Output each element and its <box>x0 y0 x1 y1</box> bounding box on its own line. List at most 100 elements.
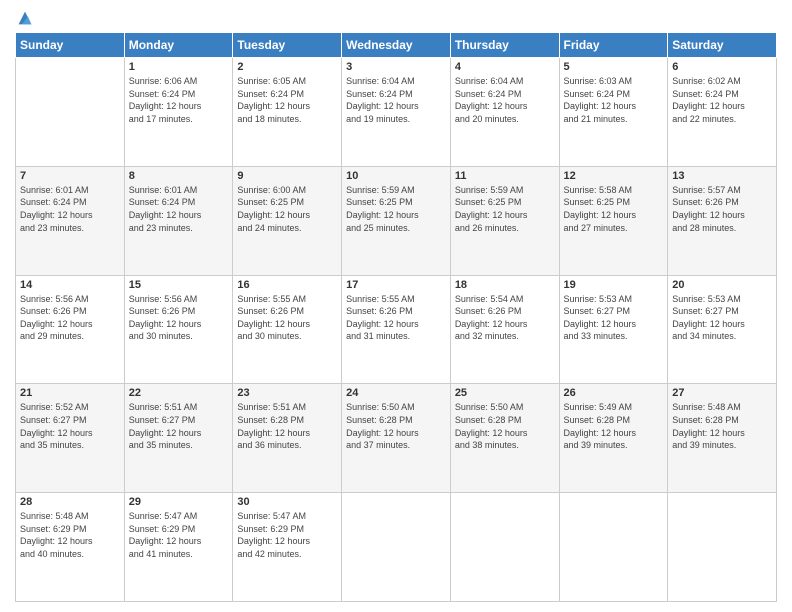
calendar-cell: 21Sunrise: 5:52 AM Sunset: 6:27 PM Dayli… <box>16 384 125 493</box>
day-info: Sunrise: 5:50 AM Sunset: 6:28 PM Dayligh… <box>346 401 446 451</box>
calendar-cell: 15 Sunrise: 5:56 AM Sunset: 6:26 PM Dayli… <box>124 275 233 384</box>
day-info: Sunrise: 5:47 AM Sunset: 6:29 PM Dayligh… <box>237 510 337 560</box>
day-number: 19 <box>564 279 664 291</box>
day-info: Sunrise: 6:06 AM Sunset: 6:24 PM Dayligh… <box>129 75 229 125</box>
calendar-week-row: 14 Sunrise: 5:56 AM Sunset: 6:26 PM Dayli… <box>16 275 777 384</box>
calendar-week-row: 1Sunrise: 6:06 AM Sunset: 6:24 PM Daylig… <box>16 58 777 167</box>
calendar-cell: 12Sunrise: 5:58 AM Sunset: 6:25 PM Dayli… <box>559 166 668 275</box>
day-number: 11 <box>455 170 555 182</box>
day-info: Sunrise: 5:57 AM Sunset: 6:26 PM Dayligh… <box>672 184 772 234</box>
day-number: 14 <box>20 279 120 291</box>
logo <box>15 10 33 26</box>
calendar-cell: 8 Sunrise: 6:01 AM Sunset: 6:24 PM Daylig… <box>124 166 233 275</box>
calendar-cell: 1Sunrise: 6:06 AM Sunset: 6:24 PM Daylig… <box>124 58 233 167</box>
day-info: Sunrise: 5:53 AM Sunset: 6:27 PM Dayligh… <box>672 293 772 343</box>
day-number: 23 <box>237 387 337 399</box>
calendar-cell: 23 Sunrise: 5:51 AM Sunset: 6:28 PM Dayli… <box>233 384 342 493</box>
day-info: Sunrise: 5:51 AM Sunset: 6:27 PM Dayligh… <box>129 401 229 451</box>
calendar-body: 1Sunrise: 6:06 AM Sunset: 6:24 PM Daylig… <box>16 58 777 602</box>
calendar-week-row: 21Sunrise: 5:52 AM Sunset: 6:27 PM Dayli… <box>16 384 777 493</box>
day-info: Sunrise: 5:55 AM Sunset: 6:26 PM Dayligh… <box>237 293 337 343</box>
day-number: 18 <box>455 279 555 291</box>
calendar-cell: 14 Sunrise: 5:56 AM Sunset: 6:26 PM Dayli… <box>16 275 125 384</box>
day-number: 8 <box>129 170 229 182</box>
day-info: Sunrise: 5:58 AM Sunset: 6:25 PM Dayligh… <box>564 184 664 234</box>
day-number: 22 <box>129 387 229 399</box>
header <box>15 10 777 26</box>
calendar-cell: 16 Sunrise: 5:55 AM Sunset: 6:26 PM Dayli… <box>233 275 342 384</box>
day-number: 5 <box>564 61 664 73</box>
calendar-cell: 5 Sunrise: 6:03 AM Sunset: 6:24 PM Daylig… <box>559 58 668 167</box>
calendar-cell: 20 Sunrise: 5:53 AM Sunset: 6:27 PM Dayli… <box>668 275 777 384</box>
day-info: Sunrise: 5:48 AM Sunset: 6:29 PM Dayligh… <box>20 510 120 560</box>
weekday-header-cell: Wednesday <box>342 33 451 58</box>
calendar-cell: 13 Sunrise: 5:57 AM Sunset: 6:26 PM Dayli… <box>668 166 777 275</box>
day-info: Sunrise: 5:51 AM Sunset: 6:28 PM Dayligh… <box>237 401 337 451</box>
day-number: 13 <box>672 170 772 182</box>
weekday-header-cell: Monday <box>124 33 233 58</box>
day-info: Sunrise: 5:59 AM Sunset: 6:25 PM Dayligh… <box>455 184 555 234</box>
calendar-cell <box>16 58 125 167</box>
calendar-cell: 6 Sunrise: 6:02 AM Sunset: 6:24 PM Daylig… <box>668 58 777 167</box>
weekday-header-cell: Sunday <box>16 33 125 58</box>
weekday-header-cell: Thursday <box>450 33 559 58</box>
logo-icon <box>17 10 33 26</box>
day-number: 3 <box>346 61 446 73</box>
calendar-cell: 7 Sunrise: 6:01 AM Sunset: 6:24 PM Daylig… <box>16 166 125 275</box>
weekday-header-cell: Friday <box>559 33 668 58</box>
calendar-cell: 3 Sunrise: 6:04 AM Sunset: 6:24 PM Daylig… <box>342 58 451 167</box>
day-number: 20 <box>672 279 772 291</box>
day-info: Sunrise: 5:56 AM Sunset: 6:26 PM Dayligh… <box>129 293 229 343</box>
calendar-cell <box>668 493 777 602</box>
page: SundayMondayTuesdayWednesdayThursdayFrid… <box>0 0 792 612</box>
day-number: 25 <box>455 387 555 399</box>
calendar-cell: 18Sunrise: 5:54 AM Sunset: 6:26 PM Dayli… <box>450 275 559 384</box>
day-number: 24 <box>346 387 446 399</box>
calendar-cell: 25 Sunrise: 5:50 AM Sunset: 6:28 PM Dayli… <box>450 384 559 493</box>
calendar-cell: 28Sunrise: 5:48 AM Sunset: 6:29 PM Dayli… <box>16 493 125 602</box>
calendar-cell: 19Sunrise: 5:53 AM Sunset: 6:27 PM Dayli… <box>559 275 668 384</box>
calendar-cell: 27 Sunrise: 5:48 AM Sunset: 6:28 PM Dayli… <box>668 384 777 493</box>
day-info: Sunrise: 5:56 AM Sunset: 6:26 PM Dayligh… <box>20 293 120 343</box>
day-number: 27 <box>672 387 772 399</box>
day-number: 17 <box>346 279 446 291</box>
day-info: Sunrise: 5:50 AM Sunset: 6:28 PM Dayligh… <box>455 401 555 451</box>
weekday-header-cell: Saturday <box>668 33 777 58</box>
calendar-table: SundayMondayTuesdayWednesdayThursdayFrid… <box>15 32 777 602</box>
day-info: Sunrise: 5:52 AM Sunset: 6:27 PM Dayligh… <box>20 401 120 451</box>
calendar-cell <box>450 493 559 602</box>
day-info: Sunrise: 6:04 AM Sunset: 6:24 PM Dayligh… <box>346 75 446 125</box>
day-info: Sunrise: 6:01 AM Sunset: 6:24 PM Dayligh… <box>20 184 120 234</box>
calendar-cell: 10 Sunrise: 5:59 AM Sunset: 6:25 PM Dayli… <box>342 166 451 275</box>
calendar-cell: 24 Sunrise: 5:50 AM Sunset: 6:28 PM Dayli… <box>342 384 451 493</box>
calendar-cell <box>342 493 451 602</box>
day-number: 30 <box>237 496 337 508</box>
calendar-cell: 9Sunrise: 6:00 AM Sunset: 6:25 PM Daylig… <box>233 166 342 275</box>
day-info: Sunrise: 6:01 AM Sunset: 6:24 PM Dayligh… <box>129 184 229 234</box>
day-info: Sunrise: 6:03 AM Sunset: 6:24 PM Dayligh… <box>564 75 664 125</box>
day-info: Sunrise: 6:04 AM Sunset: 6:24 PM Dayligh… <box>455 75 555 125</box>
day-number: 7 <box>20 170 120 182</box>
day-number: 16 <box>237 279 337 291</box>
calendar-cell: 30 Sunrise: 5:47 AM Sunset: 6:29 PM Dayli… <box>233 493 342 602</box>
calendar-cell <box>559 493 668 602</box>
day-number: 10 <box>346 170 446 182</box>
calendar-cell: 26Sunrise: 5:49 AM Sunset: 6:28 PM Dayli… <box>559 384 668 493</box>
calendar-cell: 4Sunrise: 6:04 AM Sunset: 6:24 PM Daylig… <box>450 58 559 167</box>
day-number: 26 <box>564 387 664 399</box>
day-info: Sunrise: 6:02 AM Sunset: 6:24 PM Dayligh… <box>672 75 772 125</box>
calendar-cell: 2Sunrise: 6:05 AM Sunset: 6:24 PM Daylig… <box>233 58 342 167</box>
day-number: 2 <box>237 61 337 73</box>
day-number: 15 <box>129 279 229 291</box>
day-info: Sunrise: 5:47 AM Sunset: 6:29 PM Dayligh… <box>129 510 229 560</box>
day-info: Sunrise: 5:59 AM Sunset: 6:25 PM Dayligh… <box>346 184 446 234</box>
calendar-week-row: 28Sunrise: 5:48 AM Sunset: 6:29 PM Dayli… <box>16 493 777 602</box>
day-number: 6 <box>672 61 772 73</box>
day-info: Sunrise: 5:55 AM Sunset: 6:26 PM Dayligh… <box>346 293 446 343</box>
weekday-header-row: SundayMondayTuesdayWednesdayThursdayFrid… <box>16 33 777 58</box>
calendar-cell: 17 Sunrise: 5:55 AM Sunset: 6:26 PM Dayli… <box>342 275 451 384</box>
weekday-header-cell: Tuesday <box>233 33 342 58</box>
calendar-cell: 11 Sunrise: 5:59 AM Sunset: 6:25 PM Dayli… <box>450 166 559 275</box>
day-info: Sunrise: 6:00 AM Sunset: 6:25 PM Dayligh… <box>237 184 337 234</box>
day-info: Sunrise: 5:48 AM Sunset: 6:28 PM Dayligh… <box>672 401 772 451</box>
